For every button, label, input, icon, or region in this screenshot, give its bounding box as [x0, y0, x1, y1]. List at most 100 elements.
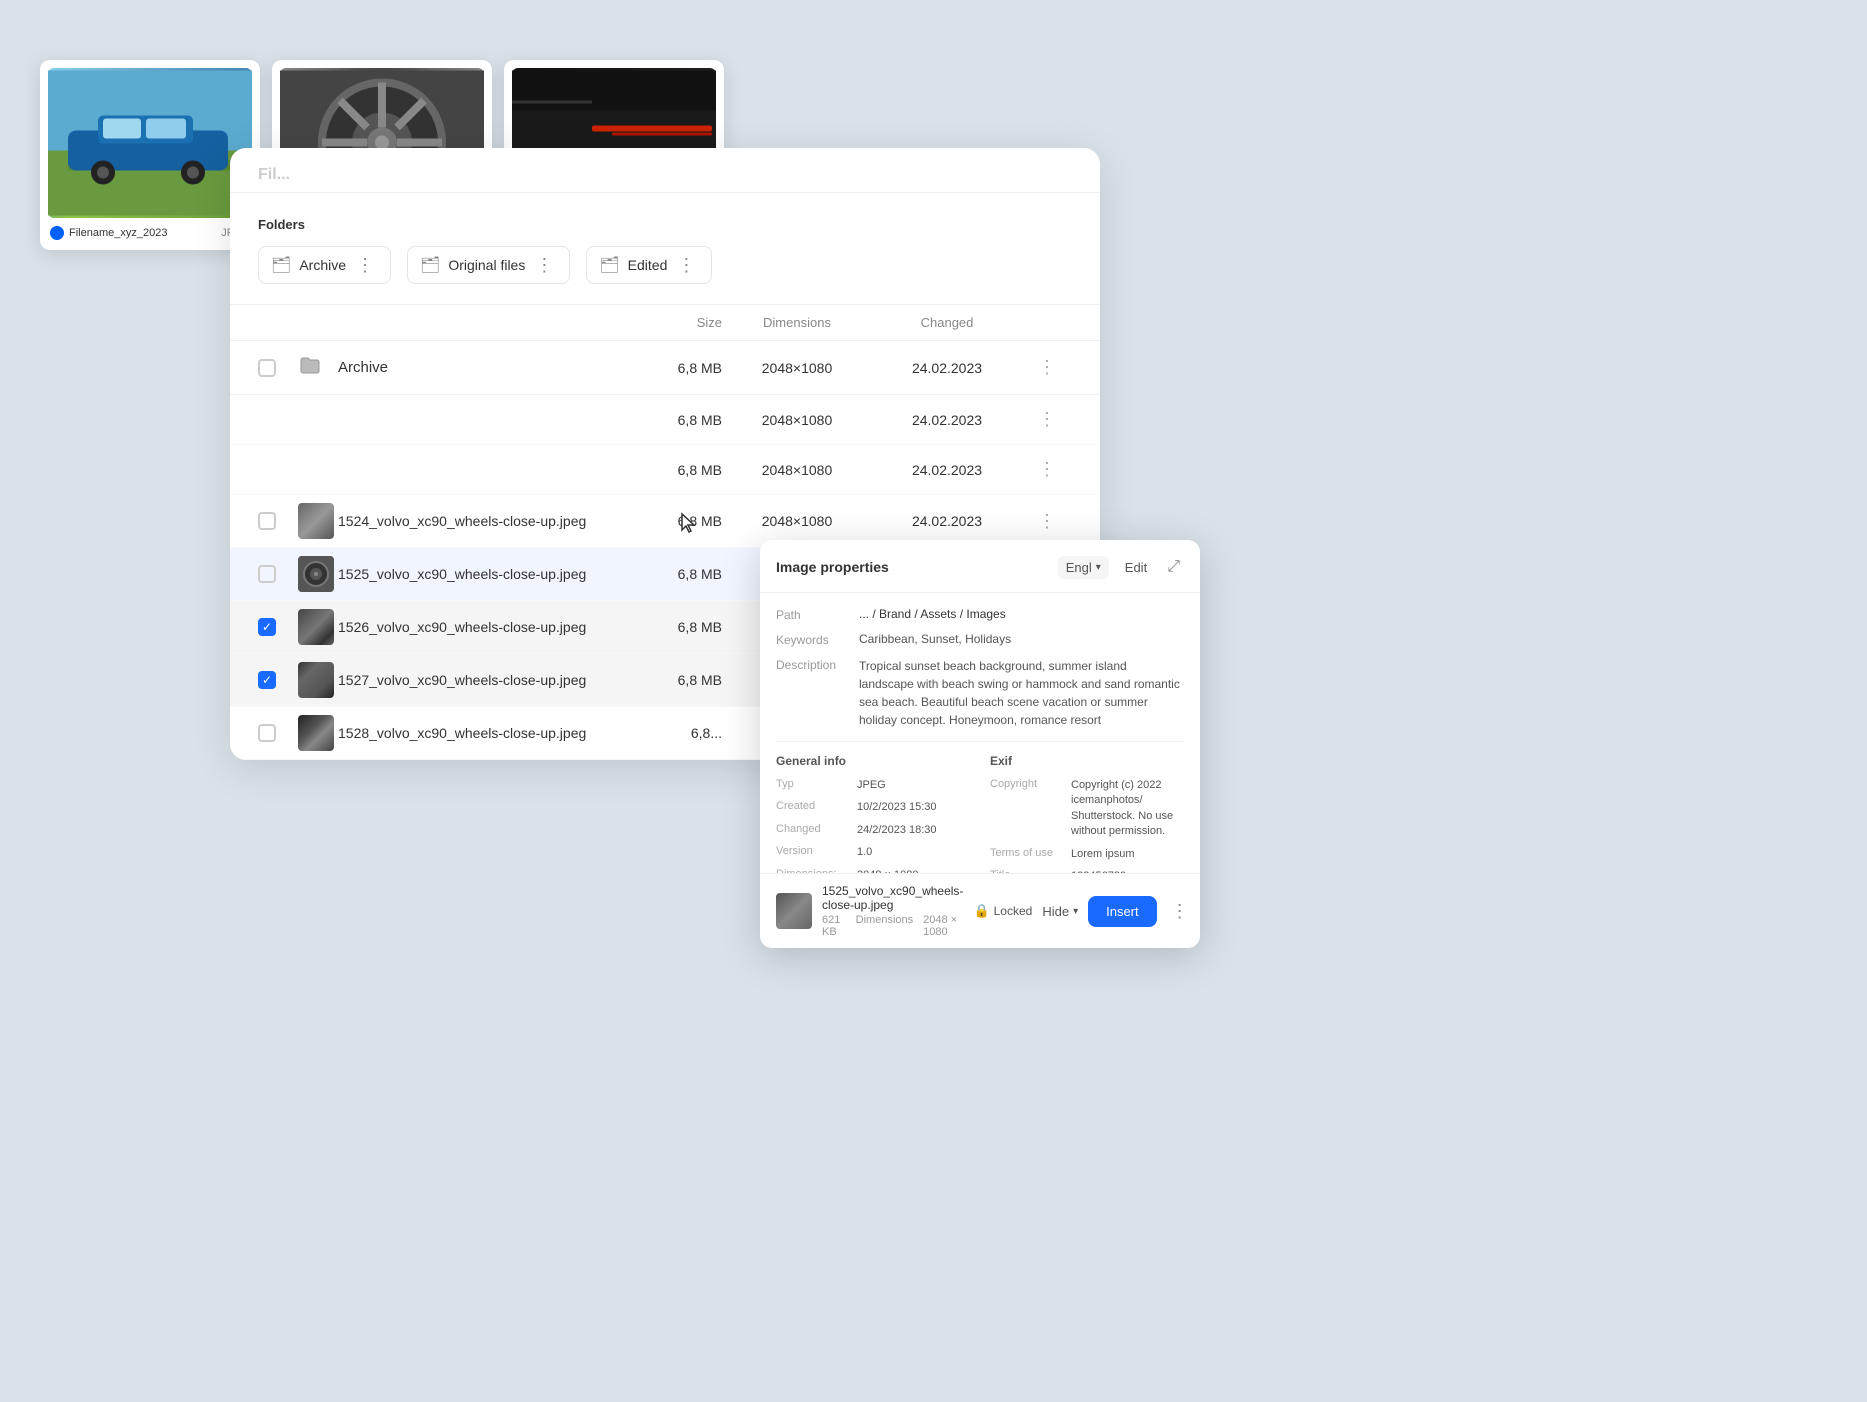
dropbox-icon-1: [50, 226, 64, 240]
hide-button[interactable]: Hide ▾: [1042, 904, 1078, 919]
props-keywords-row: Keywords Caribbean, Sunset, Holidays: [776, 632, 1184, 647]
changed-label: Changed: [776, 823, 851, 838]
version-label: Version: [776, 845, 851, 860]
title-label: Title: [990, 869, 1065, 873]
archive-folder-name: Archive: [338, 359, 602, 376]
thumb-1525: [298, 556, 334, 592]
folders-row: 🗂 Archive ⋮ 🗂 Original files ⋮ 🗂 Edited …: [258, 246, 1072, 284]
typ-row: Typ JPEG: [776, 778, 970, 793]
panel-header: Fil...: [230, 148, 1100, 193]
folders-section: Folders 🗂 Archive ⋮ 🗂 Original files ⋮ 🗂…: [230, 193, 1100, 305]
language-select[interactable]: Engl ▾: [1058, 556, 1109, 579]
size-1526: 6,8 MB: [602, 619, 722, 635]
th-dimensions: Dimensions: [722, 315, 872, 330]
keywords-value: Caribbean, Sunset, Holidays: [859, 632, 1184, 647]
archive-folder-icon: [298, 353, 338, 382]
typ-value: JPEG: [857, 778, 970, 793]
dimensions-label: Dimensions:: [776, 868, 851, 873]
bg-card-1-name: Filename_xyz_2023: [50, 226, 167, 240]
img-props-title: Image properties: [776, 559, 889, 575]
checkbox-1525[interactable]: [258, 565, 276, 583]
folder-more-original[interactable]: ⋮: [533, 256, 555, 274]
checkbox-1528[interactable]: [258, 724, 276, 742]
copyright-value: Copyright (c) 2022 icemanphotos/ Shutter…: [1071, 778, 1184, 840]
folder-more-archive[interactable]: ⋮: [354, 256, 376, 274]
folder-chip-archive[interactable]: 🗂 Archive ⋮: [258, 246, 391, 284]
props-divider: [776, 741, 1184, 742]
copyright-row: Copyright Copyright (c) 2022 icemanphoto…: [990, 778, 1184, 840]
created-row: Created 10/2/2023 15:30: [776, 800, 970, 815]
panel-title-partial: Fil...: [258, 166, 290, 184]
copyright-label: Copyright: [990, 778, 1065, 840]
filename-1527: 1527_volvo_xc90_wheels-close-up.jpeg: [338, 672, 602, 688]
spacer-1-size: 6,8 MB: [602, 412, 722, 428]
size-1524: 6,8 MB: [602, 513, 722, 529]
th-size: Size: [602, 315, 722, 330]
archive-folder-row[interactable]: Archive 6,8 MB 2048×1080 24.02.2023 ⋮: [230, 341, 1100, 395]
footer-thumbnail: [776, 893, 812, 929]
filename-1528: 1528_volvo_xc90_wheels-close-up.jpeg: [338, 725, 602, 741]
folder-chip-original-name: Original files: [448, 257, 525, 273]
folder-chip-edited-name: Edited: [628, 257, 668, 273]
folder-icon-original: 🗂: [420, 255, 440, 275]
general-info-column: General info Typ JPEG Created 10/2/2023 …: [776, 754, 970, 873]
version-row: Version 1.0: [776, 845, 970, 860]
general-exif-grid: General info Typ JPEG Created 10/2/2023 …: [776, 754, 1184, 873]
footer-file-info: 1525_volvo_xc90_wheels-close-up.jpeg 621…: [822, 884, 963, 938]
created-value: 10/2/2023 15:30: [857, 800, 970, 815]
image-properties-panel: Image properties Engl ▾ Edit ⤢ Path ... …: [760, 540, 1200, 948]
checkbox-1527[interactable]: ✓: [258, 671, 276, 689]
footer-file-size: 621 KB: [822, 914, 846, 938]
img-props-footer: 1525_volvo_xc90_wheels-close-up.jpeg 621…: [760, 873, 1200, 948]
folder-chip-original[interactable]: 🗂 Original files ⋮: [407, 246, 570, 284]
folder-chip-edited[interactable]: 🗂 Edited ⋮: [586, 246, 712, 284]
more-1524[interactable]: ⋮: [1022, 507, 1072, 536]
bg-card-1-preview: [48, 68, 252, 218]
archive-date: 24.02.2023: [872, 360, 1022, 376]
table-header: Size Dimensions Changed: [230, 305, 1100, 341]
hide-chevron-icon: ▾: [1073, 906, 1078, 917]
footer-more-button[interactable]: ⋮: [1167, 897, 1193, 926]
date-1524: 24.02.2023: [872, 513, 1022, 529]
locked-label: Locked: [994, 904, 1033, 918]
keywords-label: Keywords: [776, 632, 851, 647]
folder-more-edited[interactable]: ⋮: [675, 256, 697, 274]
spacer-2-dim: 2048×1080: [722, 462, 872, 478]
path-value: ... / Brand / Assets / Images: [859, 607, 1184, 622]
checkbox-1524[interactable]: [258, 512, 276, 530]
filename-1526: 1526_volvo_xc90_wheels-close-up.jpeg: [338, 619, 602, 635]
created-label: Created: [776, 800, 851, 815]
dimensions-value: 2048 × 1080: [857, 868, 970, 873]
terms-value: Lorem ipsum: [1071, 847, 1184, 862]
archive-more-btn[interactable]: ⋮: [1022, 353, 1072, 382]
size-1528: 6,8...: [602, 725, 722, 741]
lock-indicator: 🔒 Locked: [973, 903, 1032, 919]
terms-row: Terms of use Lorem ipsum: [990, 847, 1184, 862]
folder-icon-edited: 🗂: [599, 255, 619, 275]
spacer-2-size: 6,8 MB: [602, 462, 722, 478]
insert-button[interactable]: Insert: [1088, 896, 1157, 927]
bg-card-1[interactable]: Filename_xyz_2023 JPEG: [40, 60, 260, 250]
spacer-row-2: 6,8 MB 2048×1080 24.02.2023 ⋮: [230, 445, 1100, 495]
bg-card-1-footer: Filename_xyz_2023 JPEG: [48, 226, 252, 240]
footer-dimensions-label: Dimensions: [856, 914, 913, 938]
archive-checkbox[interactable]: [258, 359, 276, 377]
thumb-1526: [298, 609, 334, 645]
hide-label: Hide: [1042, 904, 1069, 919]
checkbox-1526[interactable]: ✓: [258, 618, 276, 636]
spacer-2-date: 24.02.2023: [872, 462, 1022, 478]
footer-file-name: 1525_volvo_xc90_wheels-close-up.jpeg: [822, 884, 963, 912]
thumb-1527: [298, 662, 334, 698]
img-props-actions: Engl ▾ Edit ⤢: [1058, 554, 1184, 580]
footer-dimensions-value: 2048 × 1080: [923, 914, 963, 938]
spacer-1-more[interactable]: ⋮: [1022, 405, 1072, 434]
spacer-2-more[interactable]: ⋮: [1022, 455, 1072, 484]
expand-button[interactable]: ⤢: [1163, 554, 1184, 580]
th-changed: Changed: [872, 315, 1022, 330]
changed-row: Changed 24/2/2023 18:30: [776, 823, 970, 838]
general-info-label: General info: [776, 754, 970, 768]
thumb-1525-svg: [298, 556, 334, 592]
size-1527: 6,8 MB: [602, 672, 722, 688]
thumb-1528: [298, 715, 334, 751]
edit-button[interactable]: Edit: [1117, 556, 1155, 579]
